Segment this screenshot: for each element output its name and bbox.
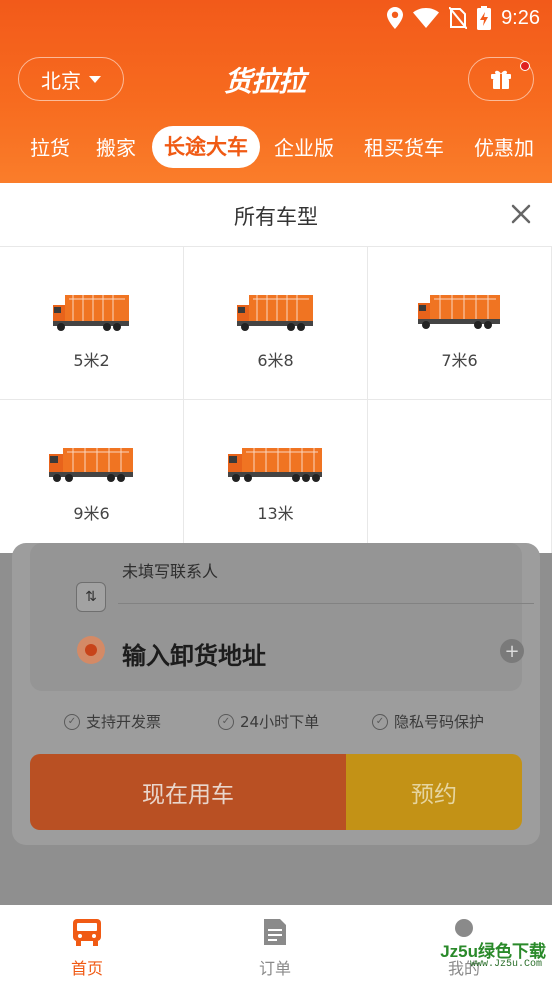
feature-item: ✓ 隐私号码保护 — [372, 711, 484, 732]
city-label: 北京 — [41, 68, 81, 93]
gift-button[interactable] — [468, 57, 534, 101]
divider — [118, 603, 534, 604]
truck-icon — [52, 295, 129, 331]
add-stop-button[interactable]: + — [500, 639, 524, 663]
check-icon: ✓ — [218, 713, 234, 730]
nav-orders[interactable]: 订单 — [235, 917, 315, 979]
tab-discount[interactable]: 优惠加 — [474, 132, 534, 161]
check-icon: ✓ — [372, 713, 388, 730]
status-icons: 9:26 — [387, 6, 540, 30]
destination-input[interactable]: 输入卸货地址 — [122, 636, 266, 671]
dimmed-overlay[interactable]: 未填写联系人 ⇅ 输入卸货地址 + ✓ 支持开发票 ✓ 24小时下单 ✓ 隐私号… — [0, 543, 552, 905]
empty-cell — [368, 400, 552, 554]
feature-label: 隐私号码保护 — [394, 713, 485, 731]
swap-address-button[interactable]: ⇅ — [76, 582, 106, 612]
nav-label: 订单 — [258, 959, 291, 978]
service-tabs: 拉货 搬家 长途大车 企业版 租买货车 优惠加 — [0, 126, 552, 176]
tab-banjia[interactable]: 搬家 — [96, 132, 136, 161]
vehicle-label: 5米2 — [73, 351, 110, 370]
bus-icon — [73, 919, 101, 946]
tab-rent-buy-truck[interactable]: 租买货车 — [364, 132, 444, 161]
destination-dot-icon — [77, 636, 105, 664]
vehicle-option[interactable]: 7米6 — [368, 247, 552, 400]
notification-dot — [520, 61, 530, 71]
document-icon — [264, 919, 286, 945]
feature-item: ✓ 24小时下单 — [218, 711, 319, 732]
status-time: 9:26 — [501, 6, 540, 29]
vehicle-option[interactable]: 6米8 — [184, 247, 368, 400]
use-now-button[interactable]: 现在用车 — [30, 754, 346, 830]
feature-label: 24小时下单 — [240, 713, 320, 731]
nav-label: 首页 — [70, 959, 103, 978]
truck-icon — [417, 295, 500, 329]
no-sim-icon — [449, 7, 468, 29]
bottom-navigation: 首页 订单 我的 Jz5u绿色下载 www.Jz5u.Com — [0, 905, 552, 981]
city-selector[interactable]: 北京 — [18, 57, 124, 101]
truck-icon — [236, 295, 313, 331]
tab-lahuo[interactable]: 拉货 — [30, 132, 70, 161]
status-bar: 9:26 — [0, 0, 552, 40]
vehicle-label: 7米6 — [441, 351, 478, 370]
battery-charging-icon — [477, 6, 492, 30]
tab-enterprise[interactable]: 企业版 — [274, 132, 334, 161]
vehicle-type-sheet: 所有车型 5米2 6米8 7米6 9米6 13米 — [0, 183, 552, 554]
vehicle-option[interactable]: 5米2 — [0, 247, 184, 400]
truck-icon — [227, 448, 322, 482]
vehicle-option[interactable]: 9米6 — [0, 400, 184, 554]
feature-label: 支持开发票 — [86, 713, 162, 731]
check-icon: ✓ — [64, 713, 80, 730]
swap-icon: ⇅ — [85, 589, 97, 605]
vehicle-label: 6米8 — [257, 351, 294, 370]
location-icon — [387, 7, 404, 29]
tab-long-distance[interactable]: 长途大车 — [152, 126, 260, 168]
sheet-title: 所有车型 — [234, 205, 318, 229]
watermark-url: www.Jz5u.Com — [469, 959, 542, 970]
feature-list: ✓ 支持开发票 ✓ 24小时下单 ✓ 隐私号码保护 — [12, 711, 552, 731]
contact-placeholder[interactable]: 未填写联系人 — [122, 558, 218, 582]
book-button[interactable]: 预约 — [346, 754, 522, 830]
address-panel: 未填写联系人 ⇅ 输入卸货地址 + — [30, 543, 534, 691]
plus-icon: + — [504, 640, 520, 662]
vehicle-label: 9米6 — [73, 504, 110, 523]
vehicle-label: 13米 — [257, 504, 294, 523]
wifi-icon — [413, 8, 440, 28]
nav-home[interactable]: 首页 — [47, 917, 127, 979]
vehicle-grid: 5米2 6米8 7米6 9米6 13米 — [0, 246, 552, 554]
app-header: 9:26 北京 货拉拉 拉货 搬家 长途大车 企业版 租买货车 优惠加 — [0, 0, 552, 183]
vehicle-option[interactable]: 13米 — [184, 400, 368, 554]
chevron-down-icon — [89, 75, 101, 83]
brand-logo: 货拉拉 — [224, 65, 306, 98]
feature-item: ✓ 支持开发票 — [64, 711, 161, 732]
close-icon[interactable] — [510, 203, 532, 225]
truck-icon — [48, 448, 133, 482]
gift-icon — [491, 70, 511, 89]
